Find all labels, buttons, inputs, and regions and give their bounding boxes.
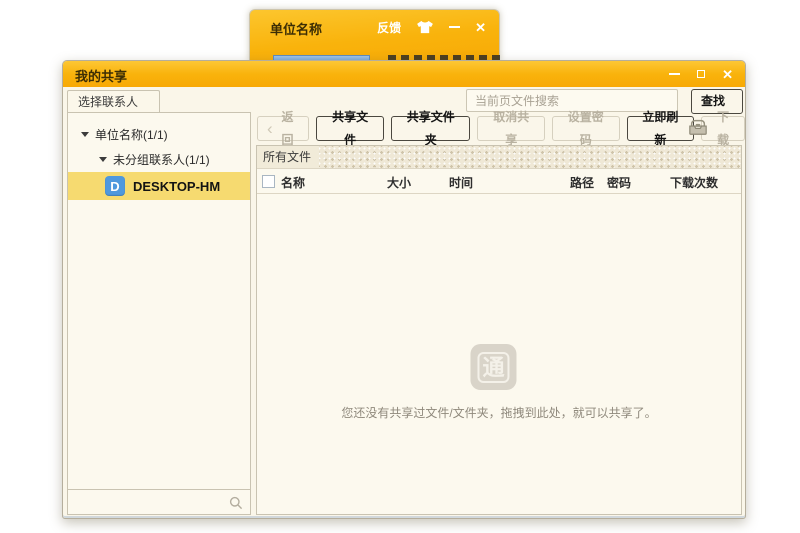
- tree-item-label: 单位名称(1/1): [95, 128, 168, 142]
- contact-search-box[interactable]: [67, 489, 251, 515]
- feedback-link[interactable]: 反馈: [377, 19, 401, 36]
- toolbar: ‹ 返回 共享文件 共享文件夹 取消共享 设置密码 立即刷新 下载: [257, 110, 745, 147]
- chevron-left-icon: ‹: [267, 119, 273, 138]
- all-files-label: 所有文件: [257, 146, 320, 168]
- cancel-share-button[interactable]: 取消共享: [477, 110, 546, 147]
- my-share-window: 我的共享 ✕ 选择联系人 单位名称(1/1) 未分组联系人(1/1) D DES…: [62, 60, 746, 519]
- background-window-title: 单位名称: [270, 22, 323, 37]
- window-title: 我的共享: [75, 69, 128, 84]
- contact-avatar-icon: D: [105, 176, 125, 196]
- tree-item-ungrouped[interactable]: 未分组联系人(1/1): [68, 147, 250, 172]
- contact-tree: 单位名称(1/1) 未分组联系人(1/1) D DESKTOP-HM: [67, 112, 251, 490]
- inbox-tray-icon[interactable]: [687, 117, 709, 142]
- file-list-panel: 所有文件 名称 大小 时间 路径 密码 下载次数 通 您还没有共享过文件/文件夹…: [256, 145, 742, 515]
- watermark-logo-icon: 通: [470, 344, 517, 390]
- minimize-icon: [449, 26, 461, 28]
- title-bar[interactable]: 我的共享 ✕: [63, 61, 745, 87]
- bg-close-button[interactable]: ✕: [475, 21, 486, 34]
- share-file-button[interactable]: 共享文件: [316, 110, 384, 147]
- window-controls: ✕: [669, 61, 733, 87]
- share-folder-button[interactable]: 共享文件夹: [390, 110, 471, 147]
- minimize-icon: [669, 73, 681, 75]
- collapse-triangle-icon[interactable]: [81, 132, 89, 137]
- background-window-controls: 反馈 ✕: [377, 18, 486, 36]
- desktop: 单位名称 反馈 ✕ 我的共享 ✕ 选择联系人 单位名称(1/1) 未分组联系人(…: [0, 0, 800, 533]
- back-button[interactable]: ‹ 返回: [257, 110, 310, 147]
- bg-minimize-button[interactable]: [449, 26, 461, 28]
- minimize-button[interactable]: [669, 73, 681, 75]
- tree-item-org[interactable]: 单位名称(1/1): [68, 122, 250, 147]
- empty-state-message: 您还没有共享过文件/文件夹，拖拽到此处，就可以共享了。: [341, 406, 657, 420]
- background-window[interactable]: 单位名称 反馈 ✕: [249, 9, 500, 62]
- theme-shirt-icon[interactable]: [416, 20, 434, 34]
- refresh-button[interactable]: 立即刷新: [626, 110, 695, 147]
- search-icon: [229, 496, 243, 510]
- tree-item-contact-selected[interactable]: D DESKTOP-HM: [68, 172, 250, 200]
- tree-item-label: 未分组联系人(1/1): [113, 153, 210, 167]
- set-password-button[interactable]: 设置密码: [552, 110, 620, 147]
- maximize-icon: [697, 70, 706, 78]
- maximize-button[interactable]: [697, 70, 706, 78]
- contact-name: DESKTOP-HM: [133, 178, 221, 194]
- close-button[interactable]: ✕: [722, 68, 733, 81]
- collapse-triangle-icon[interactable]: [99, 157, 107, 162]
- tab-select-contacts[interactable]: 选择联系人: [67, 90, 160, 113]
- all-files-bar: 所有文件: [257, 146, 741, 169]
- empty-drop-area[interactable]: 通 您还没有共享过文件/文件夹，拖拽到此处，就可以共享了。: [257, 172, 741, 514]
